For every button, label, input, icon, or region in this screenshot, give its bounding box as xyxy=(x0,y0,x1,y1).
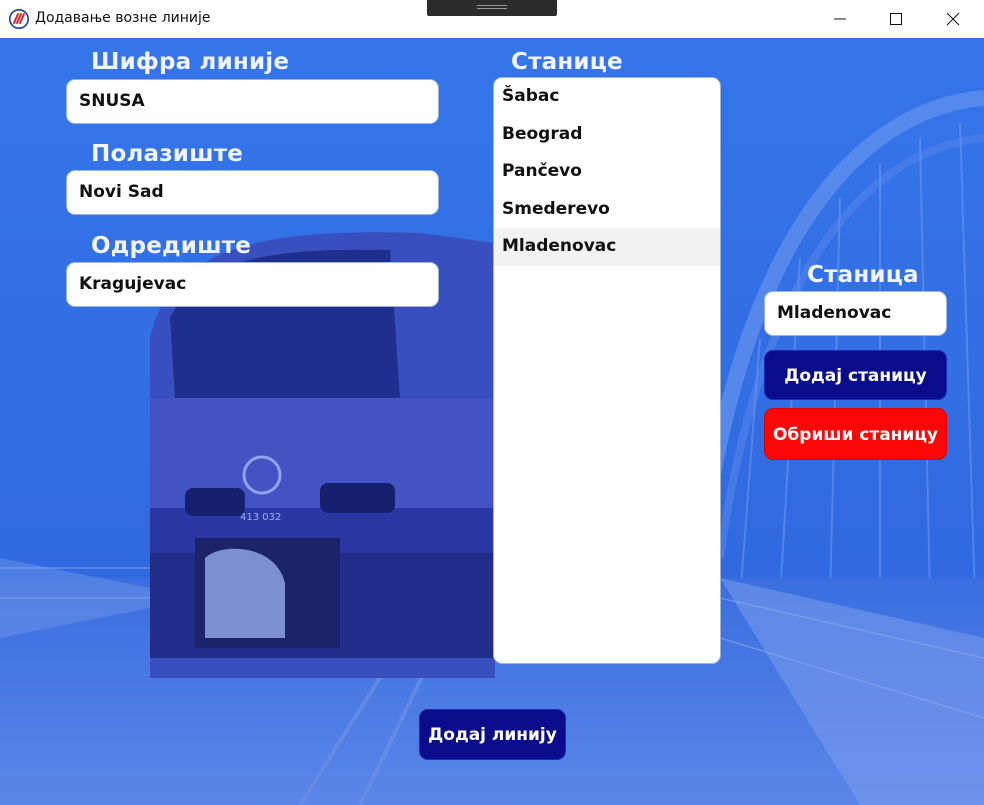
destination-input[interactable]: Kragujevac xyxy=(66,262,439,307)
title-bar[interactable]: Додавање возне линије xyxy=(0,0,984,39)
main-panel: 413 032 Шифра линије SNUSA Полазиште Nov… xyxy=(0,38,984,805)
maximize-button[interactable] xyxy=(868,0,924,38)
maximize-icon xyxy=(890,13,902,25)
minimize-icon xyxy=(834,18,846,20)
add-station-button[interactable]: Додај станицу xyxy=(764,350,947,400)
stations-label: Станице xyxy=(511,49,623,75)
line-code-input[interactable]: SNUSA xyxy=(66,79,439,124)
destination-label: Одредиште xyxy=(91,233,252,259)
list-item[interactable]: Šabac xyxy=(494,78,720,116)
origin-label: Полазиште xyxy=(91,141,244,167)
close-icon xyxy=(946,12,960,26)
line-code-label: Шифра линије xyxy=(91,49,290,75)
delete-station-button[interactable]: Обриши станицу xyxy=(764,408,947,460)
station-label: Станица xyxy=(807,262,919,288)
list-item[interactable]: Pančevo xyxy=(494,153,720,191)
list-item[interactable]: Smederevo xyxy=(494,191,720,229)
close-button[interactable] xyxy=(925,0,981,38)
list-item-selected[interactable]: Mladenovac xyxy=(494,228,720,266)
station-input[interactable]: Mladenovac xyxy=(764,291,947,336)
origin-input[interactable]: Novi Sad xyxy=(66,170,439,215)
window-title: Додавање возне линије xyxy=(35,10,211,26)
add-line-button[interactable]: Додај линију xyxy=(419,709,566,760)
minimize-button[interactable] xyxy=(812,0,868,38)
stations-listbox[interactable]: Šabac Beograd Pančevo Smederevo Mladenov… xyxy=(493,77,721,664)
snap-grip[interactable] xyxy=(427,0,557,16)
srbija-voz-logo-icon xyxy=(9,9,29,29)
svg-text:413 032: 413 032 xyxy=(240,512,281,523)
list-item[interactable]: Beograd xyxy=(494,116,720,154)
